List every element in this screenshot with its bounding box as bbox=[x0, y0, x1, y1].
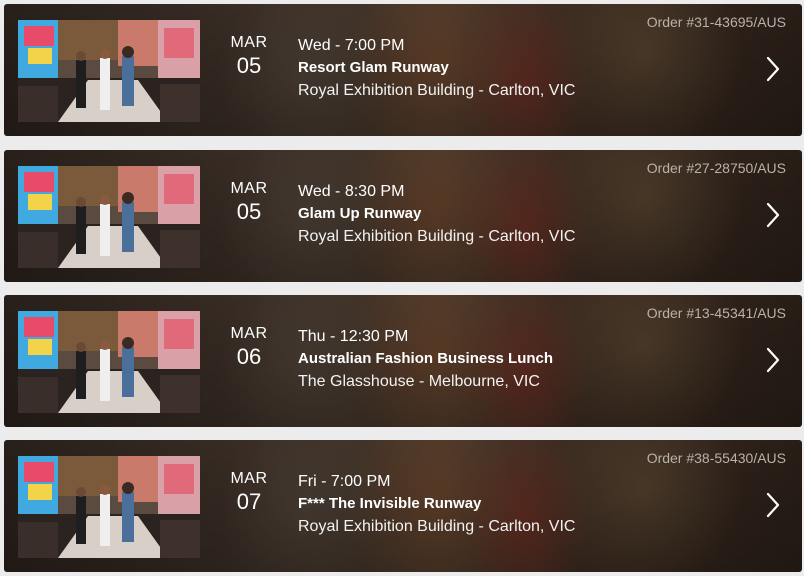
event-thumbnail bbox=[18, 20, 200, 122]
event-venue: The Glasshouse - Melbourne, VIC bbox=[298, 373, 540, 390]
event-date: MAR 06 bbox=[220, 325, 278, 369]
event-time: Wed - 8:30 PM bbox=[298, 183, 405, 200]
event-title: F*** The Invisible Runway bbox=[298, 495, 482, 512]
event-month: MAR bbox=[230, 470, 268, 487]
order-card[interactable]: MAR 05 Wed - 8:30 PM Glam Up Runway Roya… bbox=[4, 150, 802, 282]
event-thumbnail bbox=[18, 166, 200, 268]
order-list: MAR 05 Wed - 7:00 PM Resort Glam Runway … bbox=[0, 0, 804, 576]
event-day: 06 bbox=[236, 344, 262, 369]
order-card[interactable]: MAR 05 Wed - 7:00 PM Resort Glam Runway … bbox=[4, 4, 802, 136]
event-info: Thu - 12:30 PM Australian Fashion Busine… bbox=[298, 326, 553, 394]
order-number: Order #27-28750/AUS bbox=[646, 160, 786, 176]
event-info: Wed - 7:00 PM Resort Glam Runway Royal E… bbox=[298, 35, 575, 103]
event-month: MAR bbox=[230, 180, 268, 197]
chevron-right-icon[interactable] bbox=[766, 347, 780, 378]
event-date: MAR 05 bbox=[220, 180, 278, 224]
event-time: Thu - 12:30 PM bbox=[298, 328, 409, 345]
event-time: Wed - 7:00 PM bbox=[298, 37, 405, 54]
event-thumbnail bbox=[18, 456, 200, 558]
order-number: Order #38-55430/AUS bbox=[646, 450, 786, 466]
event-month: MAR bbox=[230, 325, 268, 342]
event-info: Fri - 7:00 PM F*** The Invisible Runway … bbox=[298, 471, 575, 539]
event-title: Glam Up Runway bbox=[298, 205, 422, 222]
event-venue: Royal Exhibition Building - Carlton, VIC bbox=[298, 518, 576, 535]
event-time: Fri - 7:00 PM bbox=[298, 473, 391, 490]
event-date: MAR 05 bbox=[220, 34, 278, 78]
event-venue: Royal Exhibition Building - Carlton, VIC bbox=[298, 228, 576, 245]
event-date: MAR 07 bbox=[220, 470, 278, 514]
event-day: 07 bbox=[236, 489, 262, 514]
chevron-right-icon[interactable] bbox=[766, 56, 780, 87]
event-day: 05 bbox=[236, 199, 262, 224]
event-month: MAR bbox=[230, 34, 268, 51]
chevron-right-icon[interactable] bbox=[766, 492, 780, 523]
order-number: Order #31-43695/AUS bbox=[646, 14, 786, 30]
event-title: Australian Fashion Business Lunch bbox=[298, 350, 554, 367]
event-venue: Royal Exhibition Building - Carlton, VIC bbox=[298, 82, 576, 99]
order-number: Order #13-45341/AUS bbox=[646, 305, 786, 321]
order-card[interactable]: MAR 06 Thu - 12:30 PM Australian Fashion… bbox=[4, 295, 802, 427]
event-title: Resort Glam Runway bbox=[298, 59, 449, 76]
chevron-right-icon[interactable] bbox=[766, 202, 780, 233]
event-thumbnail bbox=[18, 311, 200, 413]
event-info: Wed - 8:30 PM Glam Up Runway Royal Exhib… bbox=[298, 181, 575, 249]
order-card[interactable]: MAR 07 Fri - 7:00 PM F*** The Invisible … bbox=[4, 440, 802, 572]
event-day: 05 bbox=[236, 53, 262, 78]
